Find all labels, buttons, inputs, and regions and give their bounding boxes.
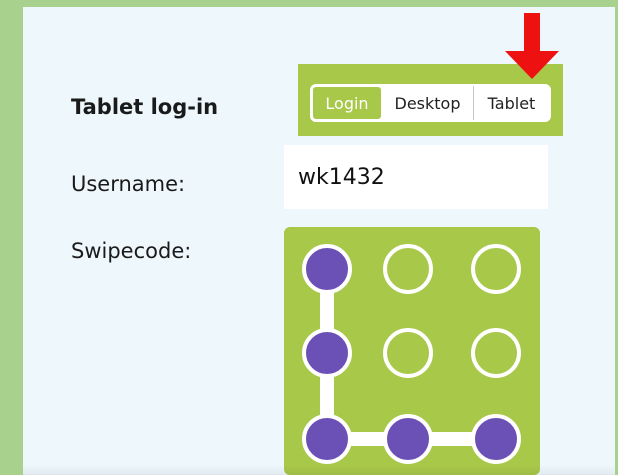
login-mode-tabs: Login Desktop Tablet	[310, 84, 551, 122]
tab-desktop[interactable]: Desktop	[382, 86, 474, 120]
swipecode-pad[interactable]	[284, 227, 540, 475]
swipe-dot-2-1[interactable]	[383, 414, 433, 464]
login-panel: Tablet log-in Login Desktop Tablet Usern…	[23, 7, 615, 475]
page-title: Tablet log-in	[71, 95, 219, 119]
swipe-dot-2-0[interactable]	[302, 414, 352, 464]
swipe-dot-1-1[interactable]	[383, 328, 433, 378]
swipecode-label: Swipecode:	[71, 239, 192, 263]
swipe-dot-1-0[interactable]	[302, 328, 352, 378]
swipe-dot-2-2[interactable]	[471, 414, 521, 464]
tab-login[interactable]: Login	[312, 86, 382, 120]
tab-tablet[interactable]: Tablet	[474, 86, 549, 120]
swipe-path-line	[320, 269, 496, 446]
username-value: wk1432	[298, 165, 385, 190]
username-field[interactable]: wk1432	[284, 145, 548, 209]
swipe-dot-1-2[interactable]	[471, 328, 521, 378]
username-label: Username:	[71, 172, 186, 196]
swipe-pattern	[302, 244, 521, 464]
swipe-dot-0-2[interactable]	[471, 244, 521, 294]
swipe-dot-0-0[interactable]	[302, 244, 352, 294]
down-arrow-icon	[505, 13, 559, 79]
swipe-dot-0-1[interactable]	[383, 244, 433, 294]
